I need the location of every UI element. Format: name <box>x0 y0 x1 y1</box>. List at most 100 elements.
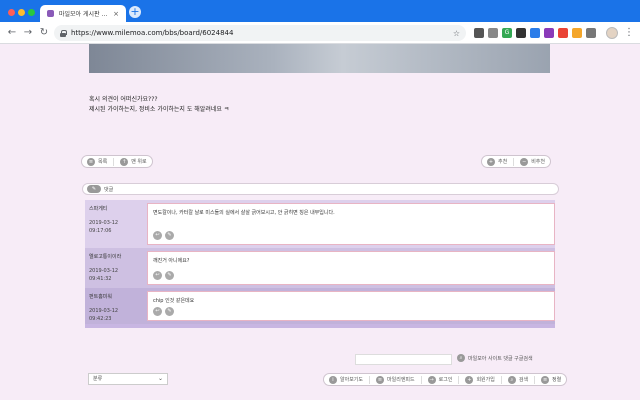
footer-button-1[interactable]: ≡ 마일리엔피드 <box>376 375 415 384</box>
comment-list: 스파게티 2019-03-12 09:17:06 면도칼이나, 카터칼 날로 미… <box>85 200 555 328</box>
extension-icon[interactable]: G <box>502 28 512 38</box>
comment-text: 깨진거 아니에요? <box>153 258 190 264</box>
search-icon: ⌕ <box>507 375 516 384</box>
forward-button[interactable]: → <box>22 27 34 39</box>
sort-icon: ≡ <box>541 375 550 384</box>
extension-icon[interactable] <box>544 28 554 38</box>
category-select[interactable]: 분류 ⌄ <box>88 373 168 385</box>
comment-author[interactable]: 스파게티 <box>89 205 143 213</box>
comment-actions: ↩ ✎ <box>153 307 174 316</box>
url-input[interactable]: https://www.milemoa.com/bbs/board/602484… <box>54 25 466 41</box>
extension-icon[interactable] <box>572 28 582 38</box>
divider <box>420 375 422 384</box>
top-button[interactable]: ↑ 맨 위로 <box>120 157 147 166</box>
extension-icon[interactable] <box>586 28 596 38</box>
site-search-input[interactable] <box>355 354 452 365</box>
sort-button[interactable]: ≡ 정렬 <box>541 375 562 384</box>
reload-button[interactable]: ↻ <box>38 27 50 39</box>
comment-actions: ↩ ✎ <box>153 231 174 240</box>
extension-icon[interactable] <box>530 28 540 38</box>
comment-body: chip 인것 같은데요 ↩ ✎ <box>147 291 555 321</box>
post-line: 혹시 의견이 어떠신가요??? <box>89 96 158 103</box>
not-recommend-label: 비추천 <box>531 159 546 165</box>
feed-icon: ≡ <box>376 375 385 384</box>
tab-close-icon[interactable]: × <box>113 10 119 18</box>
window-minimize-button[interactable] <box>18 9 25 16</box>
comment-time: 09:41:32 <box>89 276 112 282</box>
extension-icon[interactable] <box>474 28 484 38</box>
login-icon: → <box>427 375 436 384</box>
footer-button-label: 로그인 <box>438 377 453 383</box>
edit-icon[interactable]: ✎ <box>165 271 174 280</box>
comments-header[interactable]: ✎ 댓글 <box>82 183 559 195</box>
footer-button-label: 정렬 <box>552 377 562 383</box>
comment-date: 2019-03-12 <box>89 220 119 226</box>
divider <box>500 375 502 384</box>
reply-icon[interactable]: ↩ <box>153 307 162 316</box>
category-select-value: 분류 <box>93 376 103 382</box>
list-icon: ≡ <box>87 157 95 166</box>
new-tab-button[interactable]: + <box>129 6 141 18</box>
comment-actions: ↩ ✎ <box>153 271 174 280</box>
extension-icon[interactable] <box>488 28 498 38</box>
google-search-label: 마일모아 사이트 댓글 구글검색 <box>468 355 533 362</box>
comment-icon: ✎ <box>87 185 101 193</box>
reply-icon[interactable]: ↩ <box>153 271 162 280</box>
recommend-label: 추천 <box>498 159 508 165</box>
search-icon: ⌕ <box>457 354 465 362</box>
list-label: 목록 <box>98 159 108 165</box>
vote-buttons: + 추천 − 비추천 <box>481 155 552 168</box>
footer-button-label: 알아보기도 <box>340 377 364 383</box>
comment-item: 엘로고통이이라 2019-03-12 09:41:32 깨진거 아니에요? ↩ … <box>85 248 555 288</box>
google-search-button[interactable]: ⌕ 마일모아 사이트 댓글 구글검색 <box>457 354 533 362</box>
divider <box>113 157 115 166</box>
url-text: https://www.milemoa.com/bbs/board/602484… <box>71 29 234 37</box>
divider <box>458 375 460 384</box>
address-bar-row: ← → ↻ https://www.milemoa.com/bbs/board/… <box>0 22 640 44</box>
thumbs-down-icon: − <box>520 157 529 166</box>
recommend-button[interactable]: + 추천 <box>487 157 508 166</box>
reply-icon[interactable]: ↩ <box>153 231 162 240</box>
not-recommend-button[interactable]: − 비추천 <box>520 157 546 166</box>
comment-text: chip 인것 같은데요 <box>153 298 195 304</box>
comment-author[interactable]: 엘로고통이이라 <box>89 253 143 261</box>
post-image <box>89 44 550 73</box>
comment-body: 면도칼이나, 카터칼 날로 미스들의 실에서 살살 긁어보시고, 안 긁히면 칭… <box>147 203 555 245</box>
back-button[interactable]: ← <box>6 27 18 39</box>
edit-icon[interactable]: ✎ <box>165 231 174 240</box>
browser-tab-bar: 마일모아 게시판 - 좀 알려주세요 ... × + <box>0 0 640 22</box>
list-button[interactable]: ≡ 목록 <box>87 157 108 166</box>
search-button[interactable]: ⌕ 검색 <box>507 375 528 384</box>
footer-button-label: 회원가입 <box>476 377 495 383</box>
divider <box>369 375 371 384</box>
login-button[interactable]: → 로그인 <box>427 375 453 384</box>
browser-tab[interactable]: 마일모아 게시판 - 좀 알려주세요 ... × <box>40 5 126 22</box>
divider <box>534 375 536 384</box>
comment-time: 09:42:23 <box>89 316 112 322</box>
comment-author[interactable]: 펀트홈미워 <box>89 293 143 301</box>
chevron-down-icon: ⌄ <box>157 375 163 382</box>
divider <box>513 157 515 166</box>
extension-icon[interactable] <box>558 28 568 38</box>
comment-date: 2019-03-12 <box>89 268 119 274</box>
bookmark-star-icon[interactable]: ☆ <box>453 29 460 38</box>
comment-meta: 스파게티 2019-03-12 09:17:06 <box>85 200 147 248</box>
info-icon: i <box>329 375 337 384</box>
arrow-up-icon: ↑ <box>120 157 129 166</box>
edit-icon[interactable]: ✎ <box>165 307 174 316</box>
comments-header-label: 댓글 <box>104 186 114 193</box>
window-close-button[interactable] <box>8 9 15 16</box>
comment-list-border <box>85 324 555 328</box>
comment-date: 2019-03-12 <box>89 308 119 314</box>
comment-item: 펀트홈미워 2019-03-12 09:42:23 chip 인것 같은데요 ↩… <box>85 288 555 324</box>
page-content: 혹시 의견이 어떠신가요??? 제시된 가이하는지, 정비소 가이하는지 도 해… <box>0 44 640 400</box>
browser-menu-icon[interactable]: ⋮ <box>624 26 634 39</box>
profile-avatar[interactable] <box>606 27 618 39</box>
window-zoom-button[interactable] <box>28 9 35 16</box>
footer-button-0[interactable]: i 알아보기도 <box>329 375 364 384</box>
signup-button[interactable]: + 회원가입 <box>465 375 495 384</box>
extension-icon[interactable] <box>516 28 526 38</box>
comment-meta: 펀트홈미워 2019-03-12 09:42:23 <box>85 288 147 324</box>
comment-time: 09:17:06 <box>89 228 112 234</box>
favicon-icon <box>47 10 54 17</box>
